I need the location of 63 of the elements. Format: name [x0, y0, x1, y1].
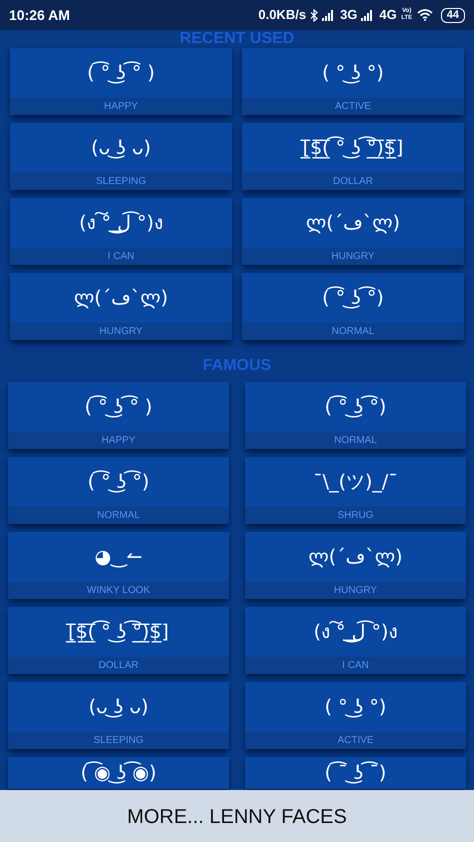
lenny-face: ( ͡° ͜ʖ ͡°) [322, 285, 384, 311]
face-label: HUNGRY [334, 584, 378, 598]
face-label: I CAN [342, 659, 369, 673]
more-faces-button[interactable]: MORE... LENNY FACES [0, 790, 474, 842]
lenny-face: ( ͡◉ ͜ʖ ͡◉) [80, 760, 156, 786]
network-speed: 0.0KB/s [258, 6, 306, 24]
battery-indicator: 44 [440, 8, 465, 22]
face-card[interactable]: ( ͡° ͜ʖ ͡°) NORMAL [8, 457, 229, 524]
face-label: WINKY LOOK [86, 584, 150, 598]
face-card[interactable]: [̲̅$̲̅(̲̅ ͡° ͜ʖ ͡°̲̅)̲̅$̲̅] DOLLAR [8, 607, 229, 674]
face-label: ACTIVE [337, 734, 374, 748]
face-label: ACTIVE [334, 100, 372, 114]
face-label: SLEEPING [93, 734, 144, 748]
face-card[interactable]: ( ͡° ͜ʖ ͡° ) HAPPY [10, 48, 232, 115]
lenny-face: ¯\_(ツ)_/¯ [313, 470, 398, 495]
section-heading: RECENT USED [180, 29, 294, 49]
lenny-face: ◕‿↼ [94, 544, 142, 570]
face-label: HUNGRY [331, 250, 375, 264]
face-card[interactable]: ¯\_(ツ)_/¯ SHRUG [245, 457, 466, 524]
lenny-face: ( ͡° ͜ʖ ͡° ) [84, 394, 152, 420]
lenny-face: (ᴗ ͜ʖ ᴗ) [88, 694, 148, 720]
lenny-face: [̲̅$̲̅(̲̅ ͡° ͜ʖ ͡°̲̅)̲̅$̲̅] [302, 135, 404, 161]
face-card[interactable]: ◕‿↼ WINKY LOOK [8, 532, 229, 599]
face-label: NORMAL [332, 325, 374, 339]
lenny-face: ( ° ͜ʖ °) [322, 60, 384, 86]
status-time: 10:26 AM [9, 6, 70, 24]
lenny-face: [̲̅$̲̅(̲̅ ͡° ͜ʖ ͡°̲̅)̲̅$̲̅] [68, 619, 169, 645]
lenny-face: ლ(´ڡ`ლ) [306, 210, 400, 236]
lenny-face: ( ͡° ͜ʖ ͡°) [324, 394, 386, 420]
lenny-face: ლ(´ڡ`ლ) [74, 286, 168, 311]
bluetooth-icon [310, 8, 318, 22]
lenny-face: ( ͡¯ ͜ʖ ͡¯) [324, 760, 386, 786]
face-card[interactable]: ( ͡° ͜ʖ ͡°) NORMAL [242, 273, 464, 340]
lenny-face: ( ͡° ͜ʖ ͡°) [88, 469, 150, 495]
lenny-face: ( ͡° ͜ʖ ͡° ) [87, 60, 155, 86]
network-type: 4G [379, 6, 397, 24]
lenny-face: (ง ͠° ͟ل͜ ͡°)ง [314, 619, 398, 645]
face-card[interactable]: ( ͡◉ ͜ʖ ͡◉) [8, 757, 229, 789]
face-label: I CAN [108, 250, 134, 264]
face-label: DOLLAR [98, 659, 138, 673]
face-card[interactable]: ( ͡° ͜ʖ ͡°) NORMAL [245, 382, 466, 449]
lenny-face: (ง ͠° ͟ل͜ ͡°)ง [79, 210, 163, 236]
face-card[interactable]: (ᴗ ͜ʖ ᴗ) SLEEPING [10, 123, 232, 190]
face-label: NORMAL [97, 509, 140, 523]
section-heading: FAMOUS [202, 356, 272, 376]
face-label: SHRUG [337, 509, 374, 523]
face-card[interactable]: (ᴗ ͜ʖ ᴗ) SLEEPING [8, 682, 229, 749]
network-type: 3G [340, 6, 358, 24]
face-card[interactable]: ( ° ͜ʖ °) ACTIVE [242, 48, 464, 115]
face-card[interactable]: ( ° ͜ʖ °) ACTIVE [245, 682, 466, 749]
face-label: HUNGRY [99, 325, 143, 339]
face-card[interactable]: ( ͡° ͜ʖ ͡° ) HAPPY [8, 382, 229, 449]
lenny-face: ( ° ͜ʖ °) [324, 694, 386, 720]
lenny-face: (ᴗ ͜ʖ ᴗ) [91, 136, 151, 161]
face-label: DOLLAR [332, 175, 373, 189]
lenny-face: ლ(´ڡ`ლ) [308, 544, 402, 570]
face-card[interactable]: ( ͡¯ ͜ʖ ͡¯) [245, 757, 466, 789]
face-card[interactable]: [̲̅$̲̅(̲̅ ͡° ͜ʖ ͡°̲̅)̲̅$̲̅] DOLLAR [242, 123, 464, 190]
face-label: HAPPY [104, 100, 138, 114]
wifi-icon [416, 9, 433, 21]
face-label: NORMAL [334, 434, 377, 448]
face-label: SLEEPING [96, 175, 146, 189]
face-label: HAPPY [102, 434, 136, 448]
